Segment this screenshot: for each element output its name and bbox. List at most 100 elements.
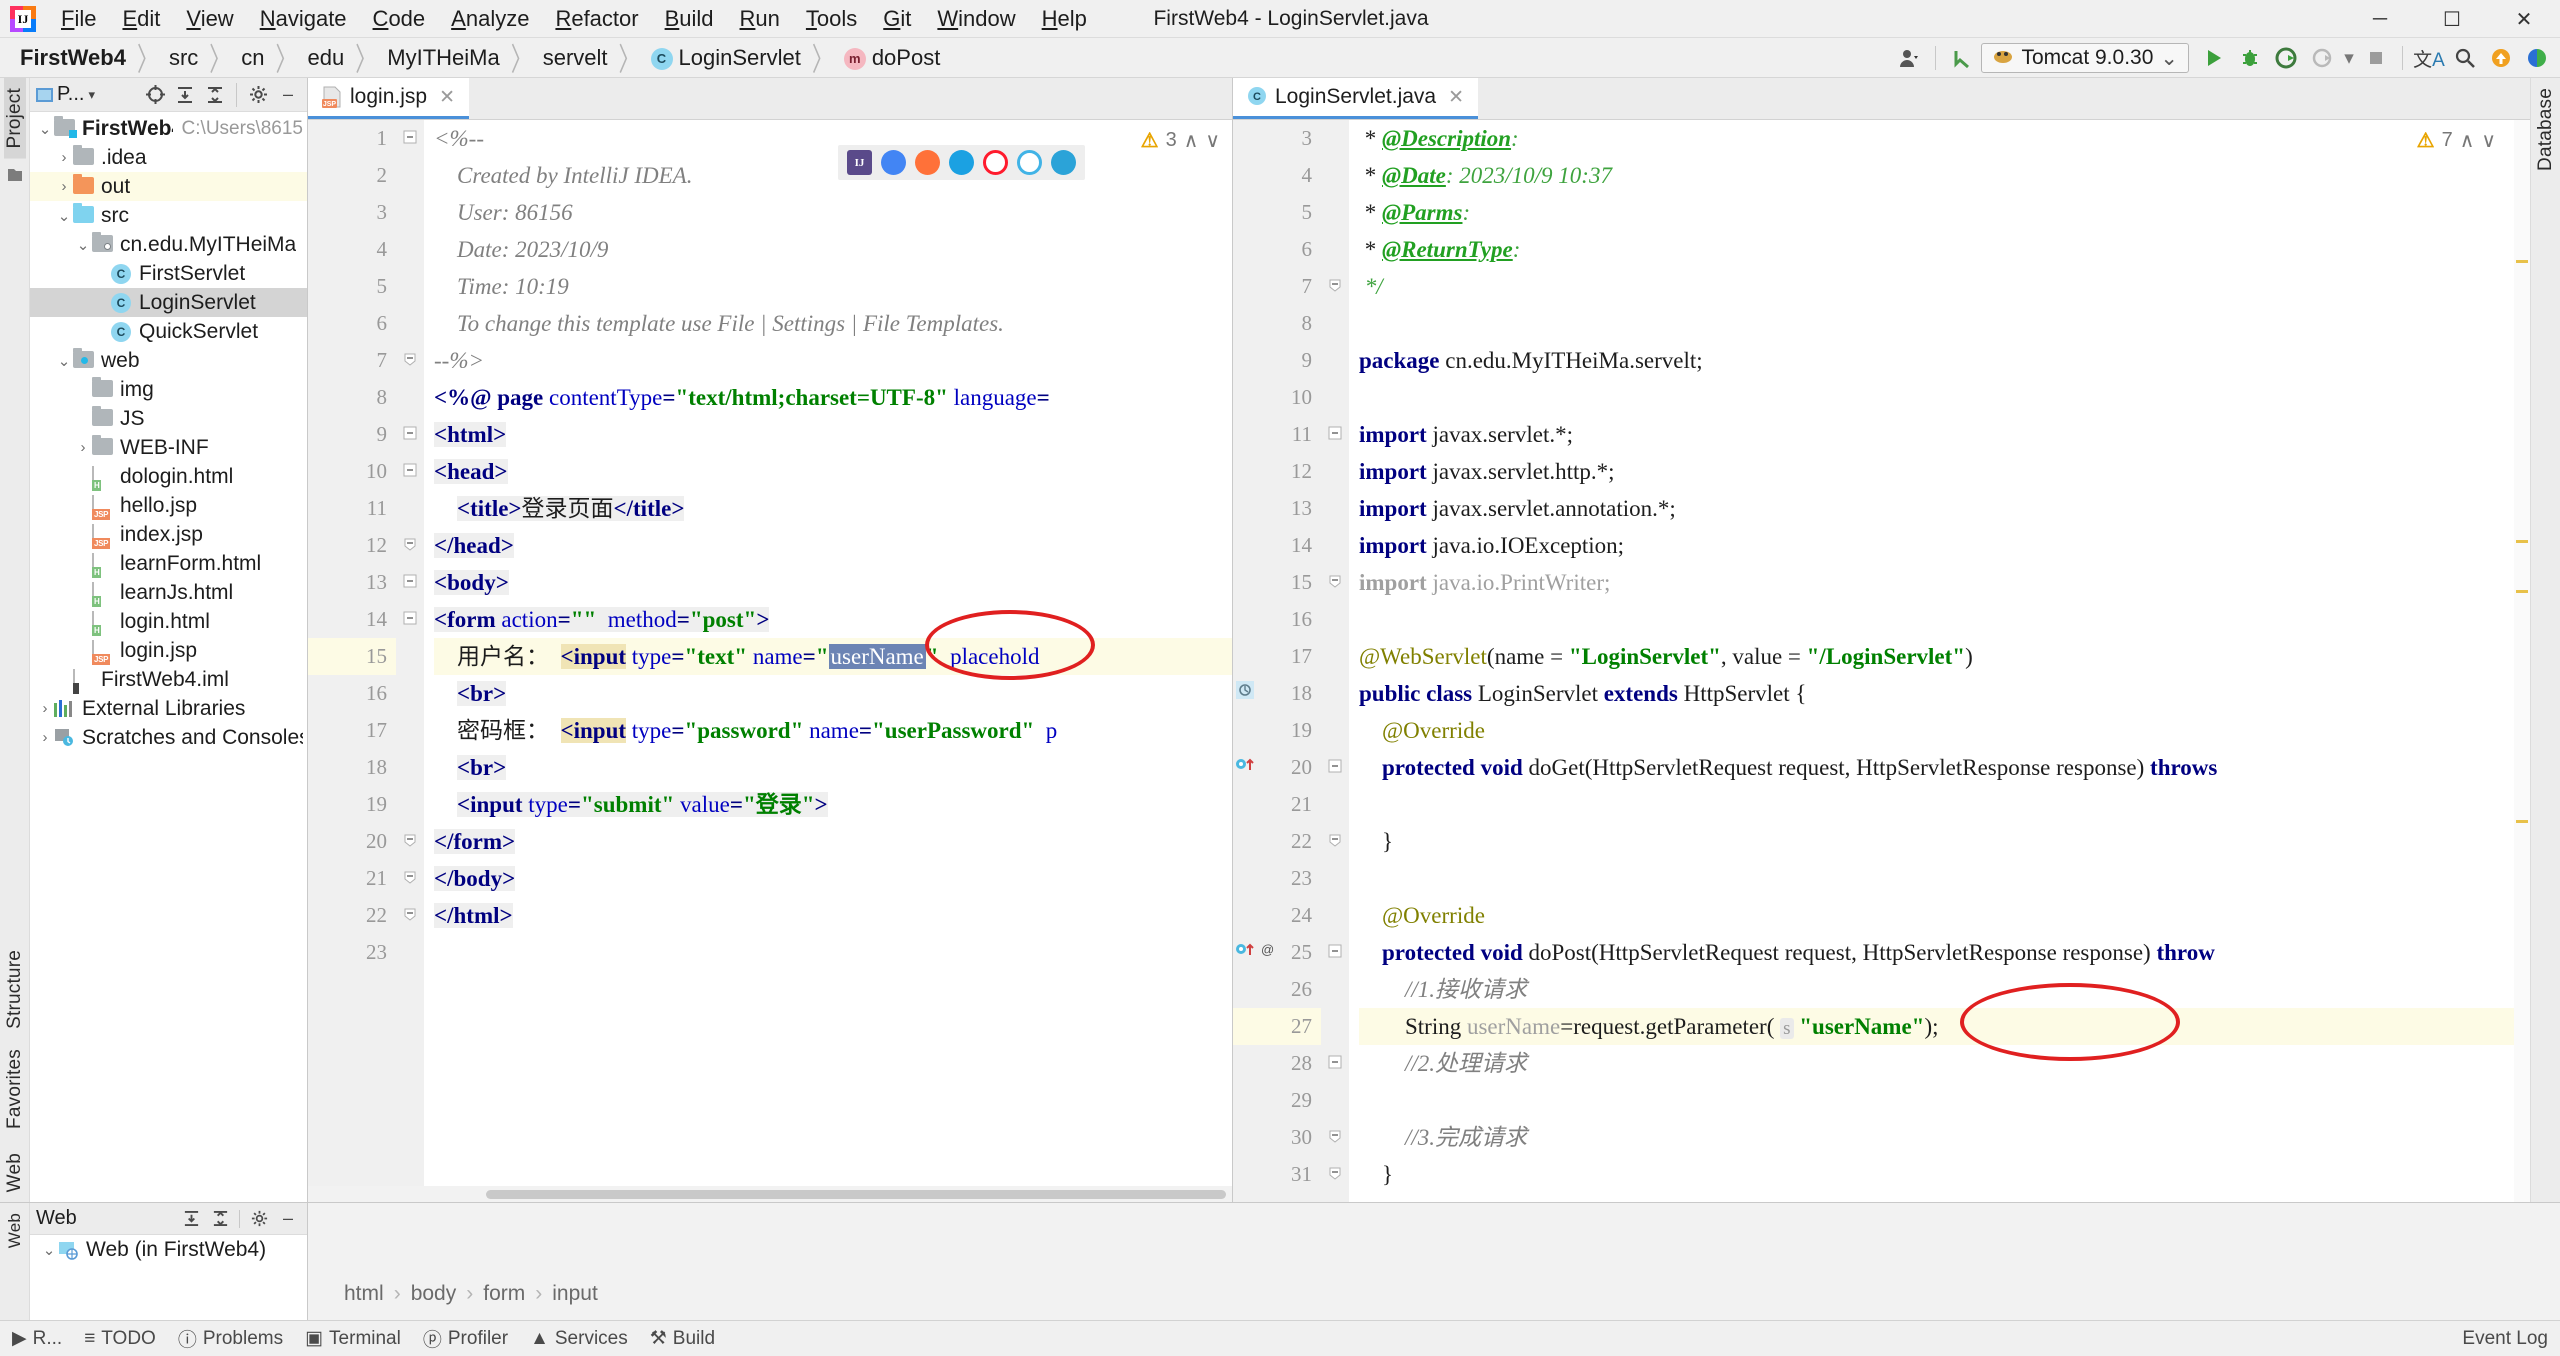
line-number[interactable]: 22: [1233, 823, 1321, 860]
vertical-scrollbar-right[interactable]: [2514, 120, 2530, 1202]
tab-login-jsp[interactable]: JSP login.jsp ✕: [308, 78, 469, 119]
line-number[interactable]: 1: [308, 120, 396, 157]
code-line[interactable]: Time: 10:19: [434, 268, 1232, 305]
browser-ie-icon[interactable]: [1017, 150, 1042, 175]
fold-marker[interactable]: [396, 897, 424, 934]
tool-window-favorites[interactable]: Favorites: [4, 1039, 26, 1139]
editor-breadcrumb-bar[interactable]: html › body › form › input: [308, 1203, 2560, 1320]
status-profiler-tool[interactable]: ⓟ Profiler: [423, 1325, 508, 1352]
tree-node-firstweb4[interactable]: ⌄ FirstWeb4 C:\Users\8615: [30, 114, 307, 143]
breadcrumb-item-servelt[interactable]: servelt: [539, 43, 612, 73]
close-button[interactable]: ✕: [2488, 0, 2560, 38]
code-line[interactable]: * @Date: 2023/10/9 10:37: [1359, 157, 2530, 194]
minimize-button[interactable]: ─: [2344, 0, 2416, 38]
tree-node-index-jsp[interactable]: JSP index.jsp: [30, 520, 307, 549]
code-lines-left[interactable]: <%-- Created by IntelliJ IDEA. User: 861…: [424, 120, 1232, 1186]
menu-file[interactable]: File: [48, 2, 109, 36]
tree-node--idea[interactable]: › .idea: [30, 143, 307, 172]
chevron-right-icon[interactable]: ›: [74, 439, 92, 456]
code-line[interactable]: public class LoginServlet extends HttpSe…: [1359, 675, 2530, 712]
tab-loginservlet-java[interactable]: C LoginServlet.java ✕: [1233, 78, 1479, 119]
code-lines-right[interactable]: * @Description: * @Date: 2023/10/9 10:37…: [1349, 120, 2530, 1202]
code-line[interactable]: </html>: [434, 897, 1232, 934]
profiler-dropdown-icon[interactable]: ▾: [2341, 41, 2357, 75]
tree-node-login-html[interactable]: Hlogin.html: [30, 607, 307, 636]
line-number[interactable]: 2: [308, 157, 396, 194]
menu-view[interactable]: View: [173, 2, 246, 36]
line-number[interactable]: 8: [1233, 305, 1321, 342]
breadcrumb-item-myitheima[interactable]: MyITHeiMa: [383, 43, 503, 73]
profiler-button[interactable]: [2305, 41, 2339, 75]
tool-window-database[interactable]: Database: [2535, 78, 2557, 181]
collapse-all-icon[interactable]: [202, 82, 228, 108]
project-tree[interactable]: ⌄ FirstWeb4 C:\Users\8615 › .idea › out ⌄ src ⌄ cn…: [30, 112, 307, 1202]
tool-window-web[interactable]: Web: [4, 1139, 26, 1202]
line-number[interactable]: 15: [1233, 564, 1321, 601]
status-event-log[interactable]: Event Log: [2462, 1328, 2548, 1350]
menu-bar[interactable]: File Edit View Navigate Code Analyze Refactor B…: [48, 2, 1100, 36]
line-number[interactable]: 32: [1233, 1193, 1321, 1202]
tree-node-login-jsp[interactable]: JSP login.jsp: [30, 636, 307, 665]
line-number[interactable]: 11: [1233, 416, 1321, 453]
line-number[interactable]: 17: [1233, 638, 1321, 675]
target-icon[interactable]: [142, 82, 168, 108]
status-services-tool[interactable]: ▲ Services: [530, 1328, 628, 1350]
browser-chrome-icon[interactable]: [881, 150, 906, 175]
code-line[interactable]: <br>: [434, 749, 1232, 786]
expand-arrow[interactable]: ⌄: [40, 1241, 58, 1259]
chevron-right-icon[interactable]: ›: [36, 700, 54, 717]
breadcrumb-item-src[interactable]: src: [165, 43, 202, 73]
code-line[interactable]: }: [1359, 1193, 2530, 1202]
menu-navigate[interactable]: Navigate: [247, 2, 360, 36]
code-line[interactable]: <%@ page contentType="text/html;charset=…: [434, 379, 1232, 416]
chevron-down-icon[interactable]: ⌄: [74, 236, 92, 254]
code-line[interactable]: <html>: [434, 416, 1232, 453]
line-number[interactable]: 23: [1233, 860, 1321, 897]
line-number[interactable]: 16: [308, 675, 396, 712]
prev-problem-icon[interactable]: ∧: [1184, 128, 1199, 153]
chevron-down-icon[interactable]: ⌄: [2160, 46, 2178, 71]
editor-breadcrumb-form[interactable]: form: [483, 1282, 525, 1306]
line-number[interactable]: 4: [1233, 157, 1321, 194]
code-line[interactable]: }: [1359, 1156, 2530, 1193]
fold-marker[interactable]: [396, 342, 424, 379]
code-line[interactable]: [1359, 786, 2530, 823]
line-number[interactable]: 19: [308, 786, 396, 823]
chevron-down-icon[interactable]: ⌄: [36, 120, 54, 138]
line-number[interactable]: 3: [1233, 120, 1321, 157]
line-number[interactable]: 3: [308, 194, 396, 231]
line-number[interactable]: 22: [308, 897, 396, 934]
line-number[interactable]: 11: [308, 490, 396, 527]
run-configuration-selector[interactable]: Tomcat 9.0.30 ⌄: [1981, 43, 2189, 73]
line-number[interactable]: 26: [1233, 971, 1321, 1008]
code-line[interactable]: * @ReturnType:: [1359, 231, 2530, 268]
editor-tabbar-left[interactable]: JSP login.jsp ✕: [308, 78, 1232, 120]
breadcrumb[interactable]: FirstWeb4 〉 src 〉 cn 〉 edu 〉 MyITHeiMa 〉 servelt 〉 C…: [0, 43, 944, 78]
line-number[interactable]: @25: [1233, 934, 1321, 971]
code-line[interactable]: <input type="submit" value="登录">: [434, 786, 1232, 823]
code-line[interactable]: */: [1359, 268, 2530, 305]
tree-node-out[interactable]: › out: [30, 172, 307, 201]
menu-analyze[interactable]: Analyze: [438, 2, 542, 36]
code-line[interactable]: @Override: [1359, 712, 2530, 749]
line-number[interactable]: 27: [1233, 1008, 1321, 1045]
fold-marker[interactable]: [396, 601, 424, 638]
browser-opera-icon[interactable]: [983, 150, 1008, 175]
hide-icon[interactable]: –: [275, 82, 301, 108]
tree-node-img[interactable]: img: [30, 375, 307, 404]
chevron-down-icon[interactable]: ⌄: [55, 352, 73, 370]
browser-popup[interactable]: IJ: [838, 145, 1085, 180]
code-line[interactable]: [1359, 601, 2530, 638]
fold-marker[interactable]: [396, 564, 424, 601]
line-number[interactable]: 8: [308, 379, 396, 416]
code-area-right[interactable]: 3 4 5 6 7 8 9 10 11 12 13 14 15 16 17 18 19 20 21 22 23 24 @25…: [1233, 120, 2530, 1202]
line-number[interactable]: 19: [1233, 712, 1321, 749]
editor-breadcrumb-body[interactable]: body: [411, 1282, 457, 1306]
line-number[interactable]: 31: [1233, 1156, 1321, 1193]
code-line[interactable]: protected void doGet(HttpServletRequest …: [1359, 749, 2530, 786]
fold-marker[interactable]: [1321, 1045, 1349, 1082]
status-run-tool[interactable]: ▶ R...: [12, 1327, 62, 1350]
status-terminal-tool[interactable]: ▣ Terminal: [305, 1327, 401, 1350]
horizontal-scrollbar-left[interactable]: [308, 1186, 1232, 1202]
line-number[interactable]: 6: [308, 305, 396, 342]
